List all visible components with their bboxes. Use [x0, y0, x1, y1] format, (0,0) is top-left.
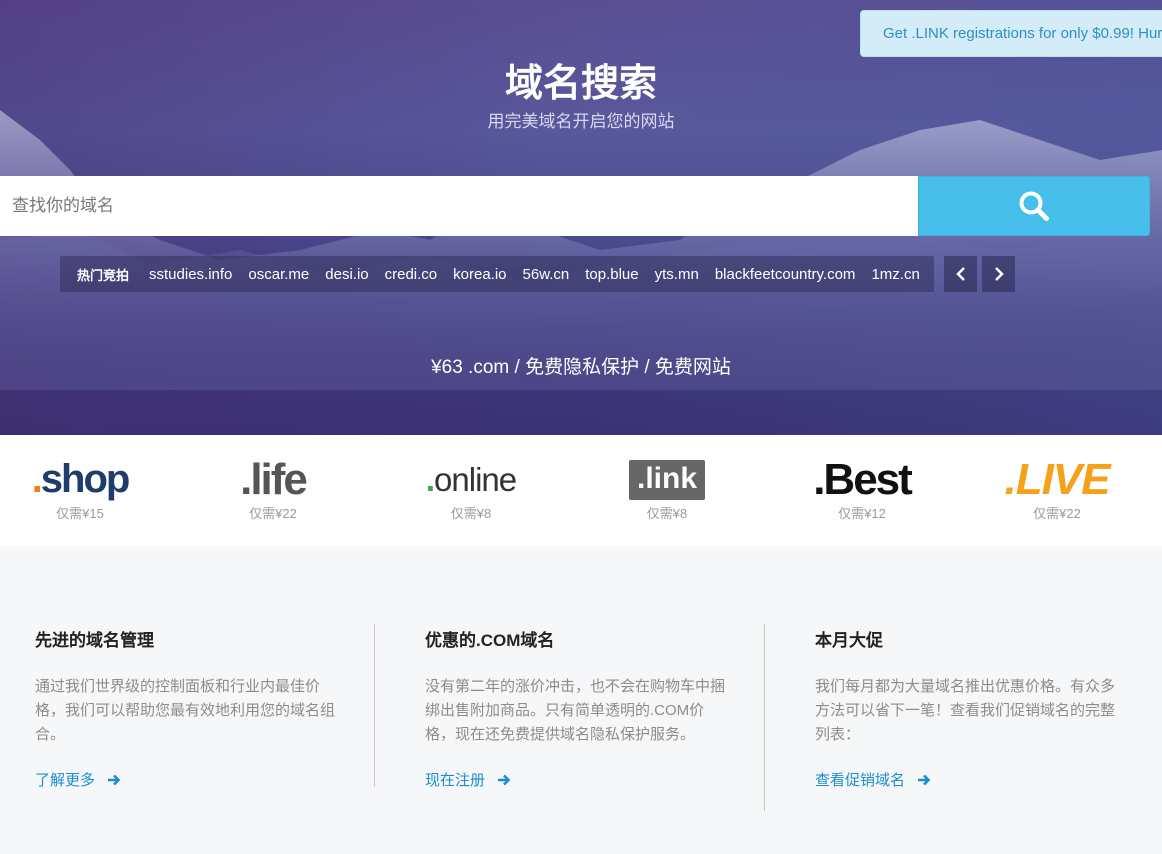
- promo-banner[interactable]: Get .LINK registrations for only $0.99! …: [860, 10, 1162, 57]
- tld-price: 仅需¥22: [249, 506, 297, 521]
- hot-domain-link[interactable]: desi.io: [325, 266, 368, 283]
- tld-dot: .: [425, 460, 435, 498]
- hot-domain-link[interactable]: yts.mn: [655, 266, 699, 283]
- tld-name: online: [434, 460, 517, 498]
- tld-price: 仅需¥22: [1033, 506, 1081, 521]
- hot-domain-link[interactable]: top.blue: [585, 266, 638, 283]
- link-label: 查看促销域名: [815, 772, 906, 789]
- feature-domain-management: 先进的域名管理 通过我们世界级的控制面板和行业内最佳价格，我们可以帮助您最有效地…: [35, 626, 335, 790]
- tld-dot: .: [31, 457, 43, 501]
- page-title: 域名搜索: [504, 63, 657, 105]
- tld-logo: .online: [386, 457, 556, 502]
- feature-monthly-promo: 本月大促 我们每月都为大量域名推出优惠价格。有众多方法可以省下一笔！查看我们促销…: [815, 626, 1115, 790]
- hot-domain-link[interactable]: 56w.cn: [523, 266, 570, 283]
- link-label: 现在注册: [425, 772, 486, 789]
- hot-auctions-label: 热门竞拍: [77, 267, 130, 283]
- tld-price: 仅需¥8: [450, 506, 492, 521]
- feature-com-domains: 优惠的.COM域名 没有第二年的涨价冲击，也不会在购物车中捆绑出售附加商品。只有…: [425, 626, 725, 790]
- learn-more-link[interactable]: 了解更多: [35, 769, 121, 790]
- arrow-right-icon: [918, 774, 931, 785]
- tld-life[interactable]: .life 仅需¥22: [188, 454, 358, 522]
- tld-logo: .link: [582, 457, 752, 502]
- pricing-tagline: ¥63 .com / 免费隐私保护 / 免费网站: [431, 357, 731, 378]
- hot-domain-link[interactable]: 1mz.cn: [871, 266, 919, 283]
- search-button[interactable]: [918, 176, 1150, 236]
- tld-logo: .shop: [0, 457, 165, 502]
- tld-name: .link: [628, 459, 705, 500]
- register-now-link[interactable]: 现在注册: [425, 769, 511, 790]
- hot-domain-link[interactable]: sstudies.info: [149, 266, 232, 283]
- tld-name: .Best: [813, 454, 913, 504]
- features-section: 先进的域名管理 通过我们世界级的控制面板和行业内最佳价格，我们可以帮助您最有效地…: [0, 546, 1162, 854]
- divider: [374, 624, 375, 787]
- link-label: 了解更多: [35, 772, 96, 789]
- tld-shop[interactable]: .shop 仅需¥15: [0, 457, 165, 522]
- hot-domain-link[interactable]: blackfeetcountry.com: [715, 266, 856, 283]
- tld-promo-strip: .shop 仅需¥15 .life 仅需¥22 .online 仅需¥8 .li…: [0, 435, 1162, 546]
- tld-name: shop: [40, 457, 131, 501]
- feature-text: 没有第二年的涨价冲击，也不会在购物车中捆绑出售附加商品。只有简单透明的.COM价…: [425, 678, 726, 743]
- page-subtitle: 用完美域名开启您的网站: [487, 112, 675, 131]
- hot-auctions-bar: 热门竞拍 sstudies.info oscar.me desi.io cred…: [60, 256, 934, 292]
- divider: [764, 624, 765, 811]
- mountain-background-image: [0, 110, 1162, 390]
- search-icon: [1019, 191, 1049, 221]
- hot-domain-link[interactable]: credi.co: [385, 266, 438, 283]
- arrow-right-icon: [108, 774, 121, 785]
- tld-logo: .LIVE: [972, 454, 1142, 504]
- hero-section: Get .LINK registrations for only $0.99! …: [0, 0, 1162, 435]
- chevron-right-icon: [994, 267, 1004, 281]
- tld-live[interactable]: .LIVE 仅需¥22: [972, 454, 1142, 522]
- arrow-right-icon: [498, 774, 511, 785]
- feature-text: 我们每月都为大量域名推出优惠价格。有众多方法可以省下一笔！查看我们促销域名的完整…: [815, 678, 1116, 743]
- tld-logo: .life: [188, 454, 358, 504]
- domain-search-input[interactable]: [0, 176, 919, 236]
- view-promo-domains-link[interactable]: 查看促销域名: [815, 769, 931, 790]
- tld-best[interactable]: .Best 仅需¥12: [777, 454, 947, 522]
- tld-logo: .Best: [777, 454, 947, 504]
- feature-text: 通过我们世界级的控制面板和行业内最佳价格，我们可以帮助您最有效地利用您的域名组合…: [35, 678, 336, 743]
- feature-title: 本月大促: [815, 631, 883, 650]
- tld-price: 仅需¥12: [838, 506, 886, 521]
- tld-name: .LIVE: [1004, 454, 1110, 504]
- tld-link[interactable]: .link 仅需¥8: [582, 457, 752, 522]
- tld-name: .life: [240, 454, 308, 504]
- tld-price: 仅需¥8: [646, 506, 688, 521]
- tld-price: 仅需¥15: [56, 506, 104, 521]
- feature-title: 先进的域名管理: [35, 631, 154, 650]
- feature-title: 优惠的.COM域名: [425, 631, 555, 650]
- hot-prev-button[interactable]: [944, 256, 977, 292]
- hot-domain-link[interactable]: oscar.me: [248, 266, 309, 283]
- chevron-left-icon: [955, 267, 965, 281]
- tld-online[interactable]: .online 仅需¥8: [386, 457, 556, 522]
- hot-next-button[interactable]: [982, 256, 1015, 292]
- hot-domain-link[interactable]: korea.io: [453, 266, 506, 283]
